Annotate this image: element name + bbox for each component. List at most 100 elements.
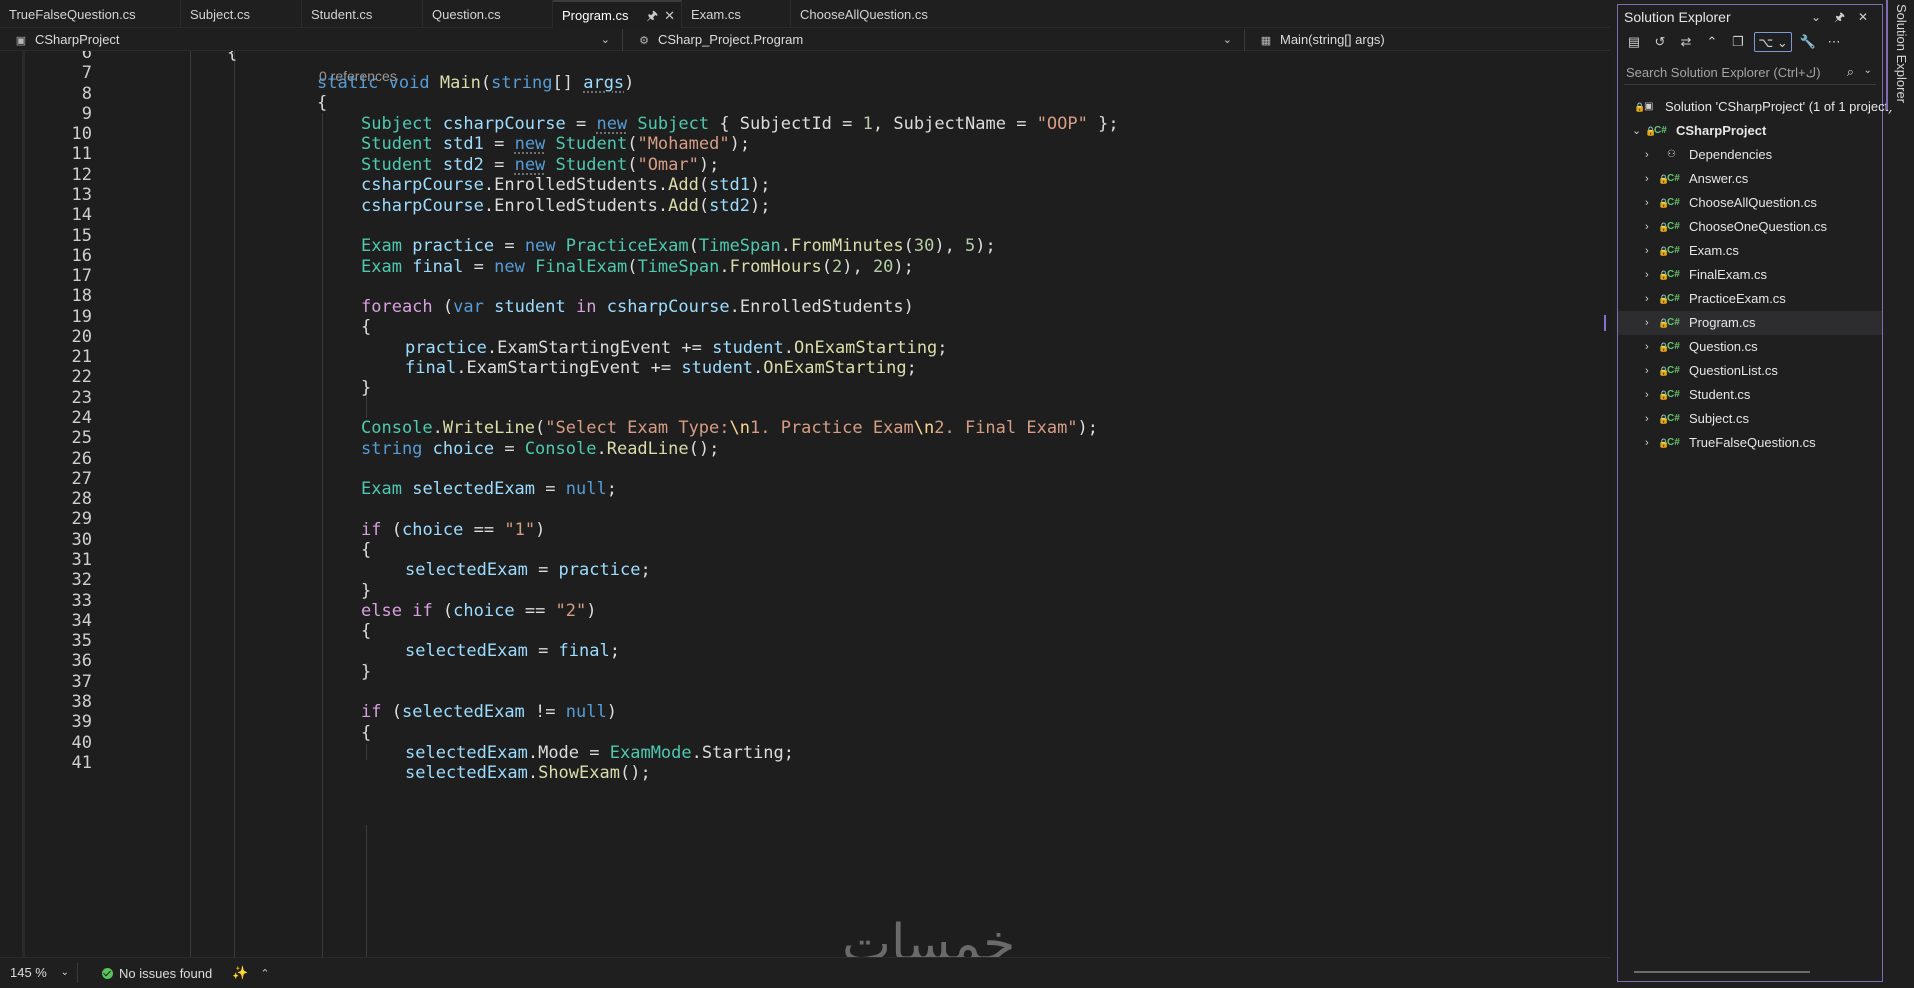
tab-exam[interactable]: Exam.cs xyxy=(682,0,791,28)
chevron-right-icon[interactable]: › xyxy=(1645,335,1649,359)
chevron-down-icon[interactable]: ⌄ xyxy=(1864,65,1872,76)
chevron-right-icon[interactable]: › xyxy=(1645,431,1649,455)
tree-item-file[interactable]: › 🔒 C# Student.cs xyxy=(1618,383,1882,407)
chevron-right-icon[interactable]: › xyxy=(1645,287,1649,311)
member-dropdown[interactable]: ▦ Main(string[] args) xyxy=(1245,29,1610,51)
tree-item-file[interactable]: › 🔒 C# TrueFalseQuestion.cs xyxy=(1618,431,1882,455)
solution-tree: 🔒 ▣ Solution 'CSharpProject' (1 of 1 pro… xyxy=(1604,95,1893,455)
search-icon[interactable]: ⌕ xyxy=(1847,64,1854,80)
tree-item-file[interactable]: › 🔒 C# ChooseOneQuestion.cs xyxy=(1618,215,1882,239)
code-line-19: { xyxy=(361,317,372,337)
tree-item-file[interactable]: › 🔒 C# QuestionList.cs xyxy=(1618,359,1882,383)
tab-label: Subject.cs xyxy=(190,7,250,22)
tree-item-file[interactable]: › 🔒 C# FinalExam.cs xyxy=(1618,263,1882,287)
chevron-down-icon[interactable]: ⌄ xyxy=(1811,5,1821,29)
side-tab-solution-explorer[interactable]: Solution Explorer xyxy=(1886,0,1914,110)
pin-icon[interactable]: 🖈 xyxy=(1834,5,1845,29)
tab-label: Student.cs xyxy=(311,7,373,22)
editor-status-bar: 145 % ⌄ No issues found ✨ ⌃ xyxy=(0,957,1610,988)
tree-item-file[interactable]: › 🔒 C# PracticeExam.cs xyxy=(1618,287,1882,311)
code-line-16: Exam final = new FinalExam(TimeSpan.From… xyxy=(361,257,914,277)
code-line-25: string choice = Console.ReadLine(); xyxy=(361,439,720,459)
tab-question[interactable]: Question.cs xyxy=(423,0,553,28)
chevron-right-icon[interactable]: › xyxy=(1645,263,1649,287)
chevron-right-icon[interactable]: › xyxy=(1645,191,1649,215)
tree-item-dependencies[interactable]: › ⚇ Dependencies xyxy=(1618,143,1882,167)
code-line-41: selectedExam.ShowExam(); xyxy=(405,763,651,783)
chevron-right-icon[interactable]: › xyxy=(1645,311,1649,335)
chevron-right-icon[interactable]: › xyxy=(1645,407,1649,431)
tab-chooseallquestion[interactable]: ChooseAllQuestion.cs xyxy=(791,0,971,28)
code-line-35: selectedExam = final; xyxy=(405,641,620,661)
tree-item-file-selected[interactable]: › 🔒 C# Program.cs xyxy=(1604,311,1882,335)
csharp-file-icon: C# xyxy=(1667,245,1680,256)
sync-icon[interactable]: ⇄ xyxy=(1676,32,1696,52)
project-dropdown-label: CSharpProject xyxy=(35,32,120,47)
csharp-file-icon: C# xyxy=(1667,221,1680,232)
code-line-18: foreach (var student in csharpCourse.Enr… xyxy=(361,297,914,317)
tab-label: Exam.cs xyxy=(691,7,741,22)
method-icon: ▦ xyxy=(1260,35,1272,47)
tab-program[interactable]: Program.cs 🖈 ✕ xyxy=(553,0,682,28)
tab-student[interactable]: Student.cs xyxy=(302,0,423,28)
tab-subject[interactable]: Subject.cs xyxy=(181,0,302,28)
search-input[interactable] xyxy=(1624,61,1876,83)
tab-truefalsequestion[interactable]: TrueFalseQuestion.cs xyxy=(0,0,181,28)
csharp-file-icon: C# xyxy=(1667,437,1680,448)
chevron-up-icon[interactable]: ⌃ xyxy=(260,967,269,980)
issues-indicator[interactable]: No issues found xyxy=(102,966,212,981)
code-area[interactable]: 6 7 8 9 10 11 12 13 14 15 16 17 18 19 20 21 22 23 24 25 26 27… xyxy=(0,51,1610,957)
type-dropdown[interactable]: ⚙ CSharp_Project.Program ⌄ xyxy=(623,29,1245,51)
chevron-right-icon[interactable]: › xyxy=(1645,359,1649,383)
project-dropdown[interactable]: ▣ CSharpProject ⌄ xyxy=(0,29,623,51)
indent-guide xyxy=(234,51,235,957)
side-tab-label: Solution Explorer xyxy=(1894,4,1909,103)
tree-item-file[interactable]: › 🔒 C# ChooseAllQuestion.cs xyxy=(1618,191,1882,215)
tree-item-file[interactable]: › 🔒 C# Answer.cs xyxy=(1618,167,1882,191)
member-dropdown-label: Main(string[] args) xyxy=(1280,32,1385,47)
close-icon[interactable]: ✕ xyxy=(1858,5,1868,29)
code-line-22: } xyxy=(361,378,372,398)
solution-explorer-search: ⌕ ⌄ xyxy=(1624,61,1876,85)
collapse-all-icon[interactable]: ⌃ xyxy=(1702,32,1722,52)
solution-icon: ▣ xyxy=(1644,101,1654,112)
line-number: 41 xyxy=(71,752,92,773)
code-line-13: csharpCourse.EnrolledStudents.Add(std2); xyxy=(361,196,771,216)
more-options-icon[interactable]: ⋯ xyxy=(1824,32,1844,52)
tree-item-file[interactable]: › 🔒 C# Subject.cs xyxy=(1618,407,1882,431)
tree-solution-node[interactable]: 🔒 ▣ Solution 'CSharpProject' (1 of 1 pro… xyxy=(1618,95,1893,119)
indent-guide xyxy=(190,51,191,957)
switch-views-icon[interactable]: ▤ xyxy=(1624,32,1644,52)
tree-item-file[interactable]: › 🔒 C# Question.cs xyxy=(1618,335,1882,359)
close-icon[interactable]: ✕ xyxy=(664,8,675,23)
filter-icon[interactable]: ⌥ ⌄ xyxy=(1754,32,1792,52)
chevron-right-icon[interactable]: › xyxy=(1645,383,1649,407)
issues-label: No issues found xyxy=(119,965,213,981)
chevron-down-icon[interactable]: ⌄ xyxy=(1632,119,1641,143)
code-line-33: else if (choice == "2") xyxy=(361,601,597,621)
panel-title: Solution Explorer xyxy=(1624,9,1731,25)
code-line-21: final.ExamStartingEvent += student.OnExa… xyxy=(405,358,917,378)
csharp-file-icon: C# xyxy=(1667,269,1680,280)
chevron-down-icon: ⌄ xyxy=(60,967,69,978)
chevron-right-icon[interactable]: › xyxy=(1645,239,1649,263)
chevron-right-icon[interactable]: › xyxy=(1645,215,1649,239)
tree-item-file[interactable]: › 🔒 C# Exam.cs xyxy=(1618,239,1882,263)
horizontal-scrollbar[interactable] xyxy=(1634,971,1810,973)
history-icon[interactable]: ↺ xyxy=(1650,32,1670,52)
properties-icon[interactable]: 🔧 xyxy=(1798,32,1818,52)
pin-icon[interactable]: 🖈 xyxy=(646,8,658,23)
indent-guide xyxy=(366,825,367,957)
dependencies-icon: ⚇ xyxy=(1667,149,1676,160)
chevron-right-icon[interactable]: › xyxy=(1645,167,1649,191)
csharp-file-icon: C# xyxy=(1667,389,1680,400)
show-all-files-icon[interactable]: ❐ xyxy=(1728,32,1748,52)
tree-project-node[interactable]: ⌄ 🔒 C# CSharpProject xyxy=(1618,119,1882,143)
code-line-30: { xyxy=(361,540,372,560)
zoom-dropdown[interactable]: 145 % ⌄ xyxy=(0,963,78,983)
code-line-38: if (selectedExam != null) xyxy=(361,702,617,722)
code-cleanup-icon[interactable]: ✨ xyxy=(232,965,248,981)
code-line-34: { xyxy=(361,621,372,641)
chevron-right-icon[interactable]: › xyxy=(1645,143,1649,167)
code-editor[interactable]: TrueFalseQuestion.cs Subject.cs Student.… xyxy=(0,0,1610,988)
